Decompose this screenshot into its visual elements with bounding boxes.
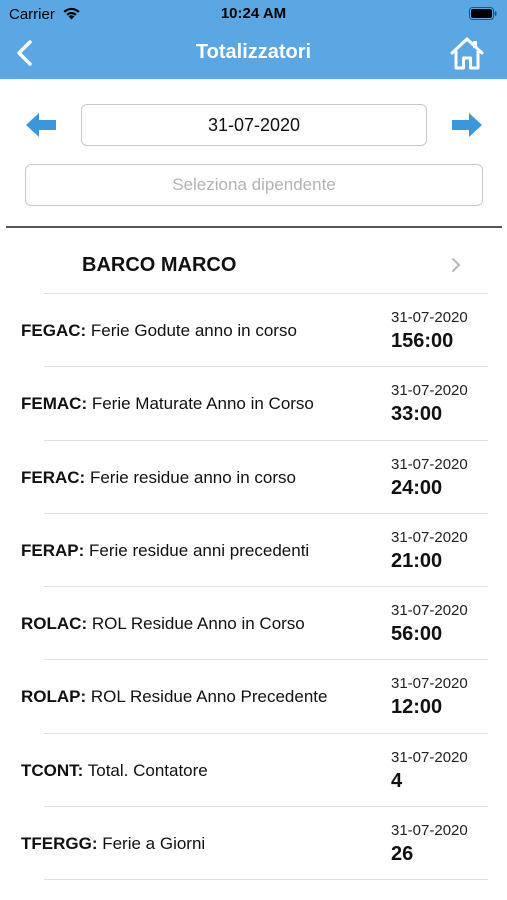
counter-value: 56:00 (391, 623, 443, 646)
counter-code: FERAC: (21, 467, 86, 487)
counter-date: 31-07-2020 (391, 382, 468, 400)
counter-row[interactable]: TCONT: Total. Contatore 31-07-2020 4 (0, 734, 507, 808)
counter-label: ROL Residue Anno Precedente (86, 687, 328, 707)
counter-label: ROL Residue Anno in Corso (87, 614, 305, 634)
counter-row[interactable]: TFERGG: Ferie a Giorni 31-07-2020 26 (0, 807, 507, 881)
counter-value: 156:00 (391, 330, 454, 352)
nav-bar: Totalizzatori (0, 28, 507, 79)
counter-label: Total. Contatore (83, 760, 208, 780)
counter-description: TFERGG: Ferie a Giorni (21, 834, 205, 854)
counter-code: FEMAC: (21, 394, 88, 414)
counter-date: 31-07-2020 (391, 528, 468, 546)
counter-date: 31-07-2020 (391, 309, 468, 326)
employee-select[interactable]: Seleziona dipendente (25, 164, 483, 206)
counter-code: FERAP: (21, 540, 85, 560)
prev-date-arrow-icon[interactable] (24, 110, 58, 140)
page-title: Totalizzatori (195, 41, 312, 63)
counter-row[interactable]: FEMAC: Ferie Maturate Anno in Corso 31-0… (0, 367, 507, 441)
counter-value: 21:00 (391, 549, 443, 572)
chevron-right-icon (452, 258, 460, 272)
counter-label: Ferie residue anno in corso (85, 467, 296, 487)
counter-date: 31-07-2020 (391, 748, 468, 766)
counter-code: ROLAC: (21, 614, 88, 634)
counter-description: FEMAC: Ferie Maturate Anno in Corso (21, 394, 314, 414)
counter-date: 31-07-2020 (391, 822, 468, 840)
counter-label: Ferie a Giorni (97, 834, 206, 854)
counter-row[interactable]: ROLAC: ROL Residue Anno in Corso 31-07-2… (0, 587, 507, 661)
row-separator (44, 879, 488, 881)
employee-row[interactable]: BARCO MARCO (0, 237, 507, 294)
counter-row[interactable]: FEGAC: Ferie Godute anno in corso 31-07-… (0, 294, 507, 368)
counter-label: Ferie Maturate Anno in Corso (87, 394, 314, 414)
counter-code: ROLAP: (21, 687, 87, 707)
home-button[interactable] (449, 35, 485, 71)
counter-description: ROLAP: ROL Residue Anno Precedente (21, 687, 327, 707)
counter-description: ROLAC: ROL Residue Anno in Corso (21, 614, 305, 634)
counter-label: Ferie residue anni precedenti (84, 540, 310, 560)
counter-value: 4 (391, 769, 403, 792)
employee-name: BARCO MARCO (82, 254, 237, 276)
counter-date: 31-07-2020 (391, 455, 468, 473)
counter-description: FERAP: Ferie residue anni precedenti (21, 541, 309, 561)
counter-code: FEGAC: (21, 321, 87, 340)
counter-date: 31-07-2020 (391, 602, 468, 620)
counter-list: FEGAC: Ferie Godute anno in corso 31-07-… (0, 294, 507, 881)
counter-description: FEGAC: Ferie Godute anno in corso (21, 321, 297, 341)
counter-code: TCONT: (21, 760, 84, 780)
divider (6, 226, 502, 228)
status-time: 10:24 AM (220, 5, 287, 22)
battery-icon (469, 7, 497, 20)
counter-date: 31-07-2020 (391, 675, 468, 693)
counter-row[interactable]: FERAP: Ferie residue anni precedenti 31-… (0, 514, 507, 588)
counter-row[interactable]: ROLAP: ROL Residue Anno Precedente 31-07… (0, 660, 507, 734)
status-bar: Carrier 10:24 AM (0, 0, 507, 28)
next-date-arrow-icon[interactable] (450, 110, 484, 140)
counter-code: TFERGG: (21, 834, 98, 854)
counter-value: 24:00 (391, 476, 443, 499)
counter-value: 33:00 (391, 403, 443, 426)
date-field[interactable]: 31-07-2020 (81, 104, 427, 146)
counter-description: FERAC: Ferie residue anno in corso (21, 468, 296, 488)
counter-description: TCONT: Total. Contatore (21, 761, 208, 781)
counter-label: Ferie Godute anno in corso (86, 321, 297, 340)
counter-row[interactable]: FERAC: Ferie residue anno in corso 31-07… (0, 441, 507, 514)
counter-value: 12:00 (391, 696, 443, 719)
counter-value: 26 (391, 843, 414, 866)
